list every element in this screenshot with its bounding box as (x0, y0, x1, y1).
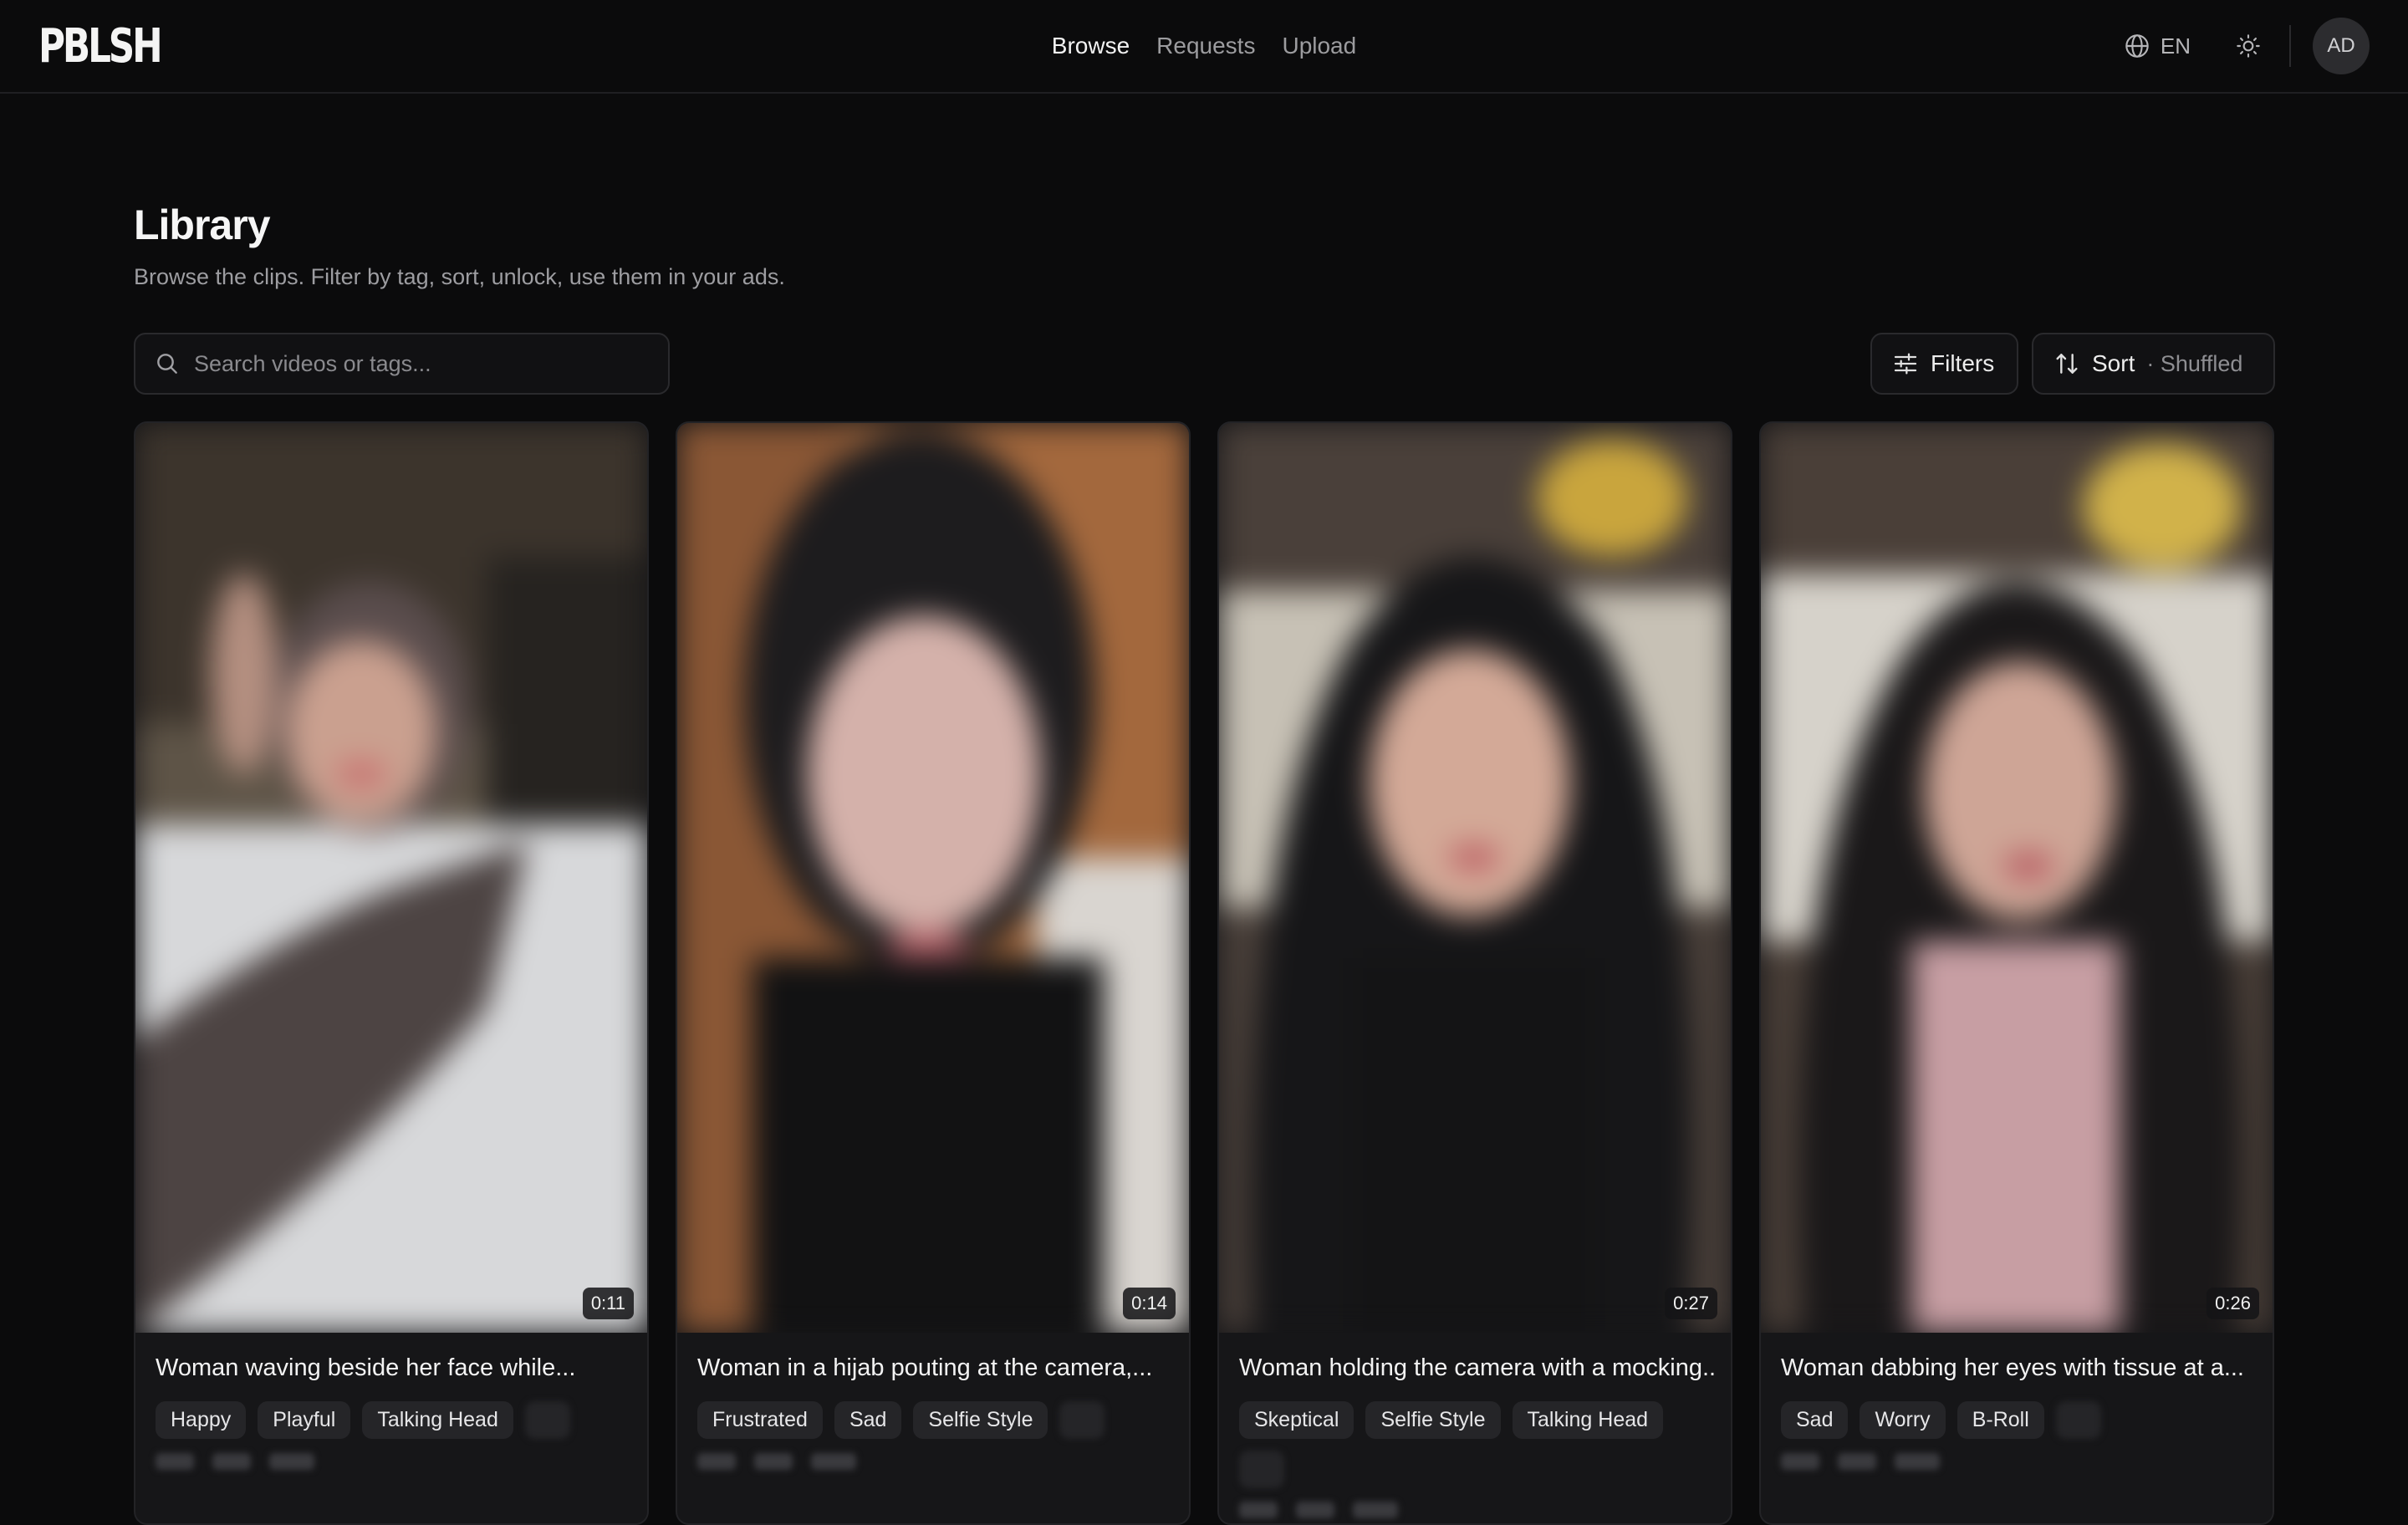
video-thumbnail[interactable] (1219, 423, 1731, 1333)
video-thumbnail[interactable] (135, 423, 647, 1333)
sort-label: Sort (2092, 350, 2135, 376)
search-input[interactable] (194, 350, 645, 377)
nav-requests[interactable]: Requests (1156, 33, 1255, 59)
page-subtitle: Browse the clips. Filter by tag, sort, u… (134, 264, 785, 289)
tag[interactable]: Selfie Style (1365, 1401, 1501, 1439)
tag-list: Frustrated Sad Selfie Style . (697, 1401, 1174, 1439)
avatar[interactable]: AD (2313, 18, 2370, 74)
video-meta (697, 1453, 856, 1470)
sun-icon (2237, 34, 2260, 58)
more-tags-badge: . (1239, 1451, 1284, 1488)
tag[interactable]: Skeptical (1239, 1401, 1354, 1439)
video-meta (156, 1453, 314, 1470)
tag[interactable]: Talking Head (1512, 1401, 1664, 1439)
language-switcher[interactable]: EN (2124, 33, 2191, 59)
more-tags-badge: . (2055, 1401, 2101, 1439)
video-card[interactable]: 0:11 Woman waving beside her face while.… (134, 421, 649, 1525)
video-thumbnail[interactable] (677, 423, 1189, 1333)
tag[interactable]: Worry (1860, 1401, 1946, 1439)
search-box[interactable] (134, 333, 670, 395)
tag[interactable]: Frustrated (697, 1401, 823, 1439)
video-title: Woman in a hijab pouting at the camera,.… (697, 1354, 1153, 1381)
tag[interactable]: Sad (1781, 1401, 1849, 1439)
top-bar: PBLSH Browse Requests Upload EN AD (0, 0, 2408, 94)
video-title: Woman dabbing her eyes with tissue at a.… (1781, 1354, 2244, 1381)
tag[interactable]: Sad (834, 1401, 902, 1439)
video-thumbnail[interactable] (1761, 423, 2273, 1333)
globe-icon (2125, 34, 2149, 58)
main-nav: Browse Requests Upload (0, 0, 2408, 92)
tag[interactable]: Talking Head (362, 1401, 513, 1439)
tag-list: Sad Worry B-Roll . (1781, 1401, 2258, 1439)
video-meta (1781, 1453, 1940, 1470)
tag[interactable]: B-Roll (1956, 1401, 2044, 1439)
search-icon (157, 354, 177, 374)
video-title: Woman waving beside her face while... (156, 1354, 576, 1381)
filters-button[interactable]: Filters (1870, 333, 2018, 395)
tag[interactable]: Selfie Style (913, 1401, 1048, 1439)
logo[interactable]: PBLSH (38, 22, 163, 72)
sliders-icon (1894, 353, 1917, 375)
tag-list: Skeptical Selfie Style Talking Head . (1239, 1401, 1716, 1488)
header-tools: EN AD (2124, 17, 2370, 75)
duration-badge: 0:11 (582, 1288, 634, 1319)
sort-arrows-icon (2056, 354, 2078, 374)
duration-badge: 0:26 (2206, 1288, 2259, 1319)
sort-button[interactable]: Sort · Shuffled (2032, 333, 2275, 395)
tag-list: Happy Playful Talking Head . (156, 1401, 632, 1439)
video-card[interactable]: 0:14 Woman in a hijab pouting at the cam… (676, 421, 1191, 1525)
theme-toggle[interactable] (2234, 32, 2263, 60)
duration-badge: 0:14 (1123, 1288, 1176, 1319)
nav-upload[interactable]: Upload (1282, 33, 1356, 59)
filters-label: Filters (1931, 350, 1995, 376)
video-card[interactable]: 0:26 Woman dabbing her eyes with tissue … (1759, 421, 2274, 1525)
more-tags-badge: . (524, 1401, 570, 1439)
page-title: Library (134, 201, 271, 248)
language-label: EN (2160, 33, 2191, 59)
nav-browse[interactable]: Browse (1052, 33, 1130, 59)
video-title: Woman holding the camera with a mocking.… (1239, 1354, 1716, 1381)
video-meta (1239, 1502, 1398, 1518)
duration-badge: 0:27 (1665, 1288, 1717, 1319)
video-card[interactable]: 0:27 Woman holding the camera with a moc… (1217, 421, 1732, 1525)
more-tags-badge: . (1059, 1401, 1105, 1439)
tag[interactable]: Happy (156, 1401, 247, 1439)
sort-value: · Shuffled (2146, 350, 2243, 376)
tag[interactable]: Playful (258, 1401, 351, 1439)
header-divider (2289, 25, 2291, 67)
